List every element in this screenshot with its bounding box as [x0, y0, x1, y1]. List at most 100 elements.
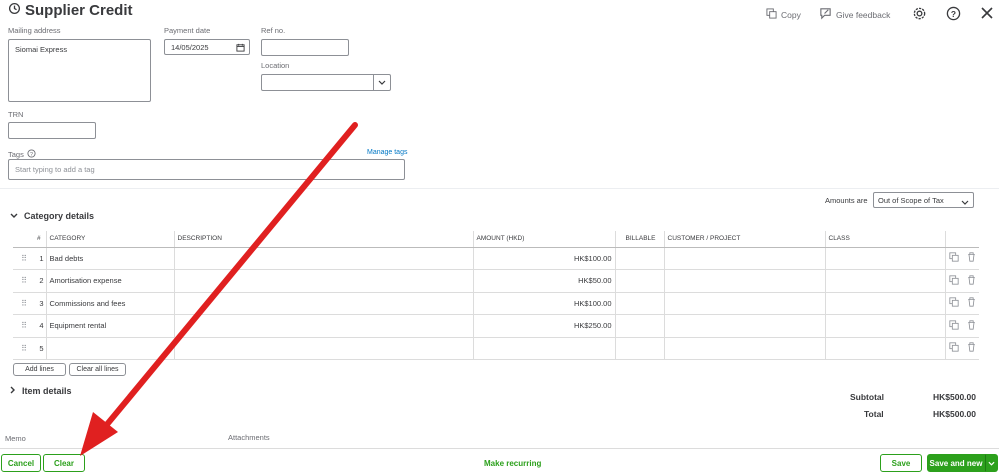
ref-no-field[interactable]: [261, 39, 349, 56]
make-recurring-link[interactable]: Make recurring: [484, 459, 541, 468]
drag-handle-icon[interactable]: ⠿: [13, 247, 34, 270]
item-details-label: Item details: [22, 386, 72, 396]
close-icon[interactable]: [980, 6, 994, 22]
class-cell[interactable]: [824, 269, 945, 293]
help-icon[interactable]: ?: [946, 6, 961, 23]
trn-label: TRN: [8, 110, 24, 119]
customer-cell[interactable]: [663, 314, 825, 338]
amount-cell[interactable]: HK$100.00: [472, 247, 615, 270]
table-row[interactable]: ⠿ 4 Equipment rental HK$250.00: [13, 314, 979, 338]
ref-no-label: Ref no.: [261, 26, 286, 35]
total-value: HK$500.00: [933, 409, 977, 419]
drag-handle-icon[interactable]: ⠿: [13, 337, 34, 360]
attachments-label: Attachments: [228, 433, 270, 442]
category-cell[interactable]: [45, 337, 174, 360]
category-details-toggle[interactable]: Category details: [10, 211, 94, 221]
chevron-down-icon: [10, 211, 18, 221]
copy-column-header: [944, 231, 963, 248]
tags-input[interactable]: Start typing to add a tag: [8, 159, 405, 180]
chevron-down-icon[interactable]: [373, 75, 390, 90]
chevron-down-icon: [961, 198, 969, 207]
category-cell[interactable]: Commissions and fees: [45, 292, 174, 315]
location-select[interactable]: [261, 74, 391, 91]
amounts-are-label: Amounts are: [825, 196, 868, 205]
billable-cell[interactable]: [614, 337, 664, 360]
description-column-header: DESCRIPTION: [173, 231, 473, 248]
delete-line-icon[interactable]: [963, 314, 979, 338]
duplicate-line-icon[interactable]: [944, 292, 963, 315]
chevron-down-icon: [988, 459, 995, 468]
save-and-new-button[interactable]: Save and new: [927, 454, 985, 472]
table-row[interactable]: ⠿ 2 Amortisation expense HK$50.00: [13, 269, 979, 293]
manage-tags-link[interactable]: Manage tags: [367, 149, 407, 156]
clear-button[interactable]: Clear: [43, 454, 85, 472]
feedback-label: Give feedback: [836, 9, 891, 20]
drag-column-header: [13, 231, 34, 248]
customer-cell[interactable]: [663, 247, 825, 270]
amount-cell[interactable]: HK$250.00: [472, 314, 615, 338]
description-cell[interactable]: [173, 314, 473, 338]
table-row[interactable]: ⠿ 3 Commissions and fees HK$100.00: [13, 292, 979, 315]
delete-line-icon[interactable]: [963, 269, 979, 293]
amounts-are-select[interactable]: Out of Scope of Tax: [873, 192, 974, 208]
table-row[interactable]: ⠿ 1 Bad debts HK$100.00: [13, 247, 979, 270]
trn-field[interactable]: [8, 122, 96, 139]
duplicate-line-icon[interactable]: [944, 247, 963, 270]
give-feedback-button[interactable]: Give feedback: [819, 7, 890, 22]
drag-handle-icon[interactable]: ⠿: [13, 314, 34, 338]
category-column-header: CATEGORY: [45, 231, 174, 248]
description-cell[interactable]: [173, 292, 473, 315]
category-cell[interactable]: Amortisation expense: [45, 269, 174, 293]
add-lines-button[interactable]: Add lines: [13, 363, 66, 376]
duplicate-line-icon[interactable]: [944, 269, 963, 293]
class-cell[interactable]: [824, 247, 945, 270]
billable-cell[interactable]: [614, 314, 664, 338]
payment-date-label: Payment date: [164, 26, 211, 35]
amount-cell[interactable]: [472, 337, 615, 360]
settings-gear-icon[interactable]: [912, 6, 927, 23]
mailing-address-label: Mailing address: [8, 26, 61, 35]
payment-date-field[interactable]: 14/05/2025: [164, 39, 250, 55]
billable-cell[interactable]: [614, 247, 664, 270]
table-row[interactable]: ⠿ 5: [13, 337, 979, 360]
customer-cell[interactable]: [663, 337, 825, 360]
copy-button[interactable]: Copy: [766, 8, 801, 21]
mailing-address-field[interactable]: Siomai Express: [8, 39, 151, 102]
duplicate-line-icon[interactable]: [944, 337, 963, 360]
amount-cell[interactable]: HK$50.00: [472, 269, 615, 293]
footer-bar: Cancel Clear Make recurring Save Save an…: [0, 448, 999, 476]
description-cell[interactable]: [173, 247, 473, 270]
subtotal-value: HK$500.00: [933, 392, 977, 402]
tags-placeholder: Start typing to add a tag: [15, 165, 95, 174]
save-options-dropdown[interactable]: [985, 454, 998, 472]
save-button[interactable]: Save: [880, 454, 922, 472]
description-cell[interactable]: [173, 269, 473, 293]
class-cell[interactable]: [824, 314, 945, 338]
delete-line-icon[interactable]: [963, 337, 979, 360]
customer-cell[interactable]: [663, 292, 825, 315]
subtotal-label: Subtotal: [850, 392, 884, 402]
description-cell[interactable]: [173, 337, 473, 360]
drag-handle-icon[interactable]: ⠿: [13, 269, 34, 293]
delete-line-icon[interactable]: [963, 292, 979, 315]
delete-line-icon[interactable]: [963, 247, 979, 270]
class-cell[interactable]: [824, 337, 945, 360]
customer-cell[interactable]: [663, 269, 825, 293]
delete-column-header: [963, 231, 979, 248]
billable-cell[interactable]: [614, 292, 664, 315]
category-cell[interactable]: Equipment rental: [45, 314, 174, 338]
page-title-row: Supplier Credit: [8, 2, 133, 19]
billable-cell[interactable]: [614, 269, 664, 293]
class-cell[interactable]: [824, 292, 945, 315]
history-icon[interactable]: [8, 2, 21, 19]
amount-cell[interactable]: HK$100.00: [472, 292, 615, 315]
clear-all-lines-button[interactable]: Clear all lines: [69, 363, 126, 376]
row-number: 3: [34, 292, 46, 315]
item-details-toggle[interactable]: Item details: [10, 386, 72, 396]
copy-label: Copy: [781, 9, 801, 20]
cancel-button[interactable]: Cancel: [1, 454, 41, 472]
calendar-icon[interactable]: [236, 43, 245, 54]
drag-handle-icon[interactable]: ⠿: [13, 292, 34, 315]
category-cell[interactable]: Bad debts: [45, 247, 174, 270]
duplicate-line-icon[interactable]: [944, 314, 963, 338]
